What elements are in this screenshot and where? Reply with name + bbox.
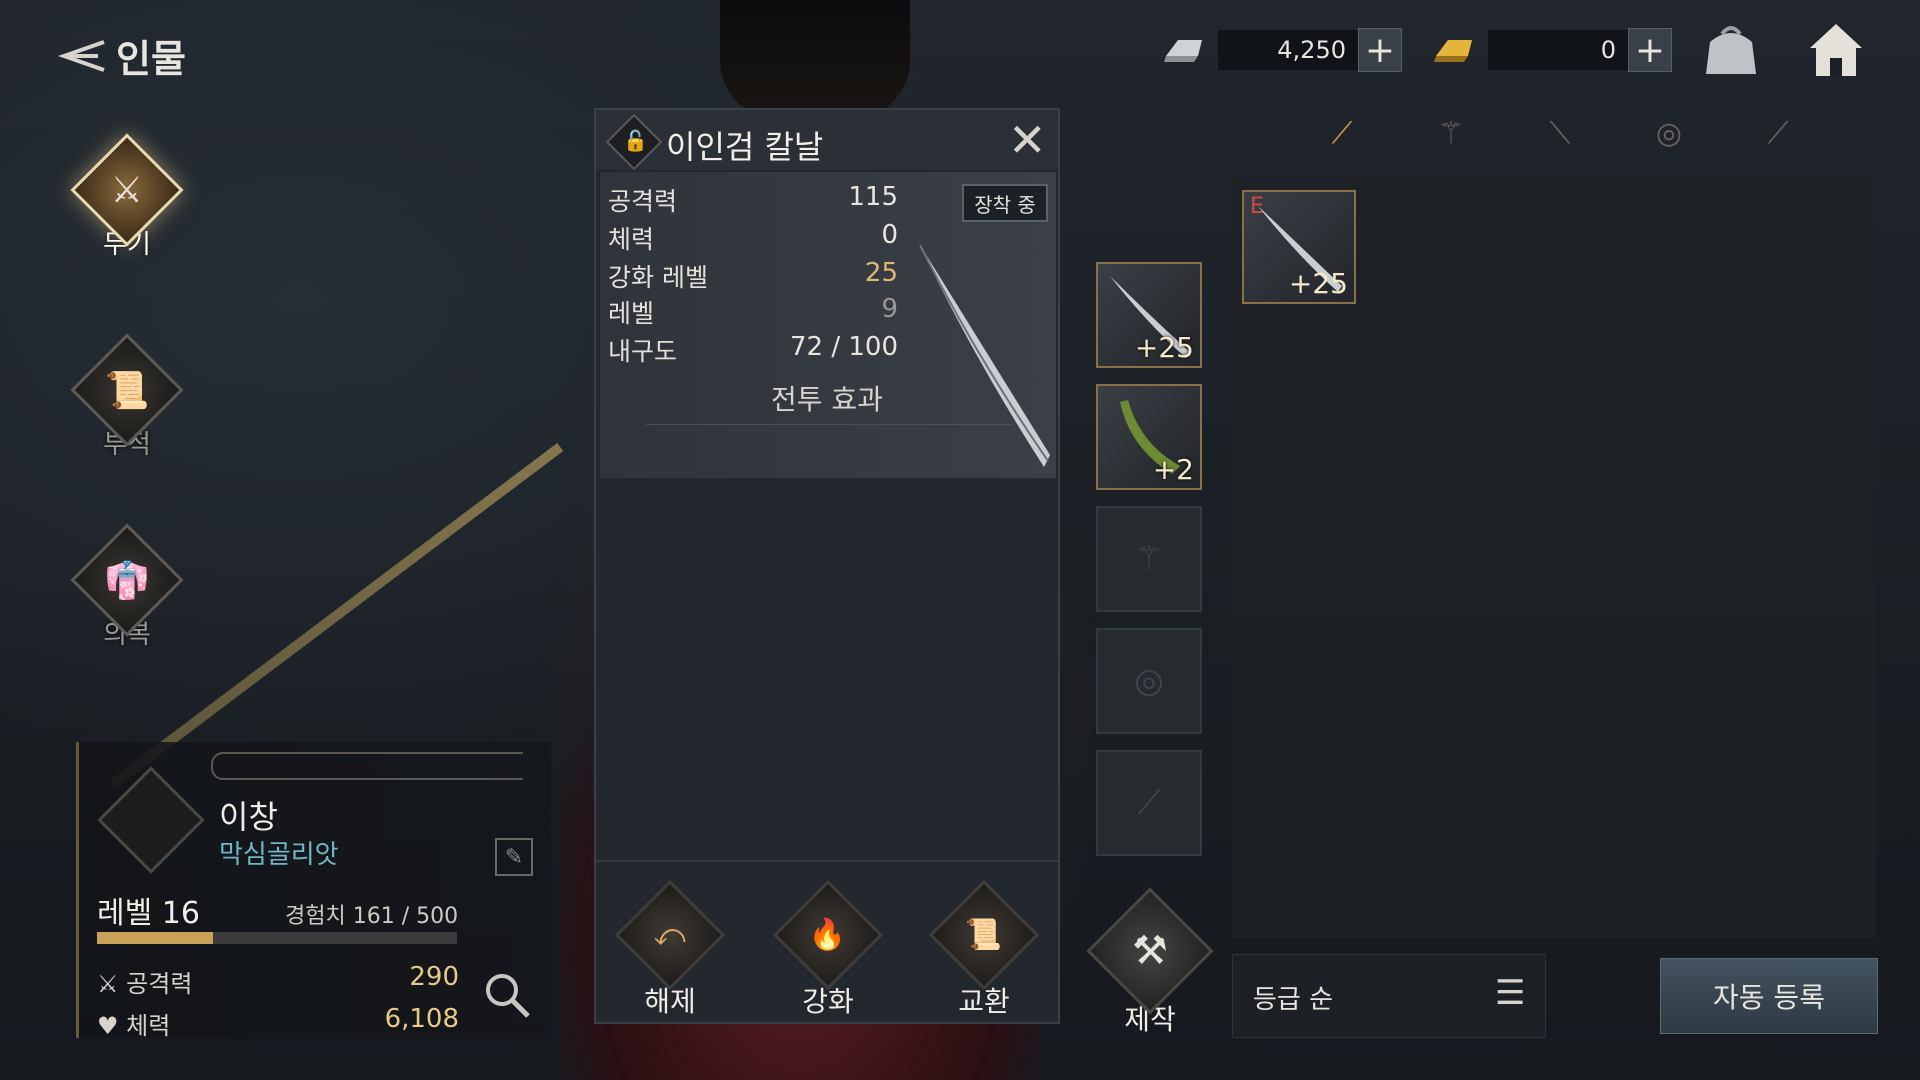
- unequip-button[interactable]: ⤺ 해제: [614, 879, 726, 1036]
- combat-effect-title: 전투 효과: [771, 383, 883, 416]
- search-button[interactable]: [482, 970, 532, 1031]
- talisman-icon: 📜: [70, 333, 184, 447]
- character-panel: 이창 막심골리앗 ✎ 레벨 16 경험치 161 / 500 ⚔ 공격력 290…: [76, 742, 551, 1041]
- bag-icon: [1706, 26, 1756, 74]
- item-detail-popup: 🔓 이인검 칼날 ✕ 공격력 115 체력 0 강화 레벨 25 레벨 9 내구…: [594, 108, 1060, 1024]
- exchange-button[interactable]: 📜 교환: [928, 879, 1040, 1036]
- edit-name-button[interactable]: ✎: [495, 838, 533, 876]
- inventory-tabs: ⟋ ⚚ ⟍ ◎ ⟋: [1310, 108, 1810, 158]
- close-icon: ✕: [1008, 113, 1047, 167]
- craft-button[interactable]: ⚒ 제작: [1086, 887, 1214, 1038]
- name-ribbon: [211, 752, 523, 780]
- menu-icon: ☰: [1495, 973, 1526, 1013]
- handle-tab-icon[interactable]: ⟍: [1528, 108, 1592, 158]
- anvil-icon: ⚒: [1086, 887, 1214, 1015]
- equip-slot-handle[interactable]: ⟋: [1096, 750, 1202, 856]
- back-arrow-icon: [58, 39, 105, 72]
- class-emblem-icon: [97, 766, 205, 874]
- tassel-tab-icon[interactable]: ⚚: [1419, 108, 1483, 158]
- guard-icon: ◎: [1134, 661, 1164, 701]
- clothing-icon: 👘: [70, 523, 184, 637]
- tassel-icon: ⚚: [1133, 539, 1165, 579]
- lock-icon: 🔓: [622, 128, 648, 153]
- add-silver-button[interactable]: +: [1358, 28, 1402, 72]
- close-button[interactable]: ✕: [1008, 116, 1047, 164]
- blade-tab-icon[interactable]: ⟋: [1310, 108, 1374, 158]
- gold-currency: 0 +: [1430, 28, 1672, 72]
- equip-slot-tassel[interactable]: ⚚: [1096, 506, 1202, 612]
- stat-label-level: 레벨: [608, 299, 655, 328]
- silver-amount: 4,250: [1218, 30, 1358, 70]
- gold-amount: 0: [1488, 30, 1628, 70]
- home-icon: [1810, 24, 1862, 76]
- sort-label: 등급 순: [1253, 985, 1334, 1015]
- category-clothing[interactable]: 👘 의복: [60, 523, 194, 651]
- stat-value-attack: 115: [848, 182, 898, 212]
- category-talisman[interactable]: 📜 부적: [60, 333, 194, 461]
- slot-level: +2: [1152, 453, 1194, 486]
- attack-stat: ⚔ 공격력: [97, 964, 192, 999]
- enhance-icon: 🔥: [772, 879, 884, 991]
- stat-label-attack: 공격력: [608, 187, 678, 216]
- popup-actions: ⤺ 해제 🔥 강화 📜 교환: [596, 860, 1058, 1026]
- attack-value: 290: [409, 962, 459, 992]
- bag-button[interactable]: [1700, 20, 1762, 92]
- character-level: 레벨 16: [97, 896, 200, 931]
- section-divider: [646, 424, 1012, 425]
- heart-icon: ♥: [97, 1012, 119, 1040]
- inventory-item[interactable]: E +25: [1242, 190, 1356, 304]
- stat-value-durability: 72 / 100: [790, 332, 898, 362]
- crossed-swords-icon: ⚔: [97, 970, 119, 998]
- stat-value-enhance: 25: [864, 258, 898, 288]
- silver-ingot-icon: [1164, 40, 1202, 62]
- pencil-icon: ✎: [504, 844, 524, 870]
- category-weapon[interactable]: ⚔ 무기: [60, 133, 194, 261]
- stat-value-hp: 0: [881, 220, 898, 250]
- weapon-icon: ⚔: [70, 133, 184, 247]
- character-class: 막심골리앗: [219, 840, 339, 870]
- back-button[interactable]: 인물: [58, 28, 186, 83]
- item-name: 이인검 칼날: [666, 128, 824, 166]
- auto-register-button[interactable]: 자동 등록: [1660, 958, 1878, 1034]
- exp-bar: [97, 932, 457, 944]
- equipped-badge: 장착 중: [962, 184, 1048, 222]
- exchange-icon: 📜: [928, 879, 1040, 991]
- equip-slot-blade[interactable]: +25: [1096, 262, 1202, 368]
- sort-dropdown[interactable]: 등급 순 ☰: [1232, 954, 1546, 1038]
- stat-label-hp: 체력: [608, 225, 655, 254]
- stat-label-durability: 내구도: [608, 337, 678, 366]
- hp-label: 체력: [126, 1012, 171, 1040]
- stat-label-enhance: 강화 레벨: [608, 263, 708, 292]
- page-title: 인물: [116, 37, 186, 81]
- handle-icon: ⟋: [1137, 783, 1161, 823]
- hp-stat: ♥ 체력: [97, 1006, 170, 1041]
- slot-level: +25: [1134, 331, 1194, 364]
- character-model-head: [720, 0, 910, 120]
- enhance-button[interactable]: 🔥 강화: [772, 879, 884, 1036]
- item-level: +25: [1288, 267, 1348, 300]
- hp-value: 6,108: [384, 1004, 459, 1034]
- home-button[interactable]: [1806, 20, 1866, 92]
- silver-currency: 4,250 +: [1160, 28, 1402, 72]
- stat-value-level: 9: [881, 294, 898, 324]
- unequip-icon: ⤺: [614, 879, 726, 991]
- add-gold-button[interactable]: +: [1628, 28, 1672, 72]
- equip-slot-guard[interactable]: ◎: [1096, 628, 1202, 734]
- exp-bar-fill: [97, 932, 213, 944]
- equip-slot-scabbard[interactable]: +2: [1096, 384, 1202, 490]
- attack-label: 공격력: [126, 970, 193, 998]
- sword-tab-icon[interactable]: ⟋: [1746, 108, 1810, 158]
- blade-image-icon: [919, 244, 1050, 467]
- character-name: 이창: [219, 798, 278, 836]
- character-exp: 경험치 161 / 500: [285, 904, 459, 929]
- search-icon: [486, 974, 530, 1018]
- guard-tab-icon[interactable]: ◎: [1637, 108, 1701, 158]
- inventory-grid: E +25: [1232, 176, 1876, 938]
- gold-ingot-icon: [1434, 40, 1472, 62]
